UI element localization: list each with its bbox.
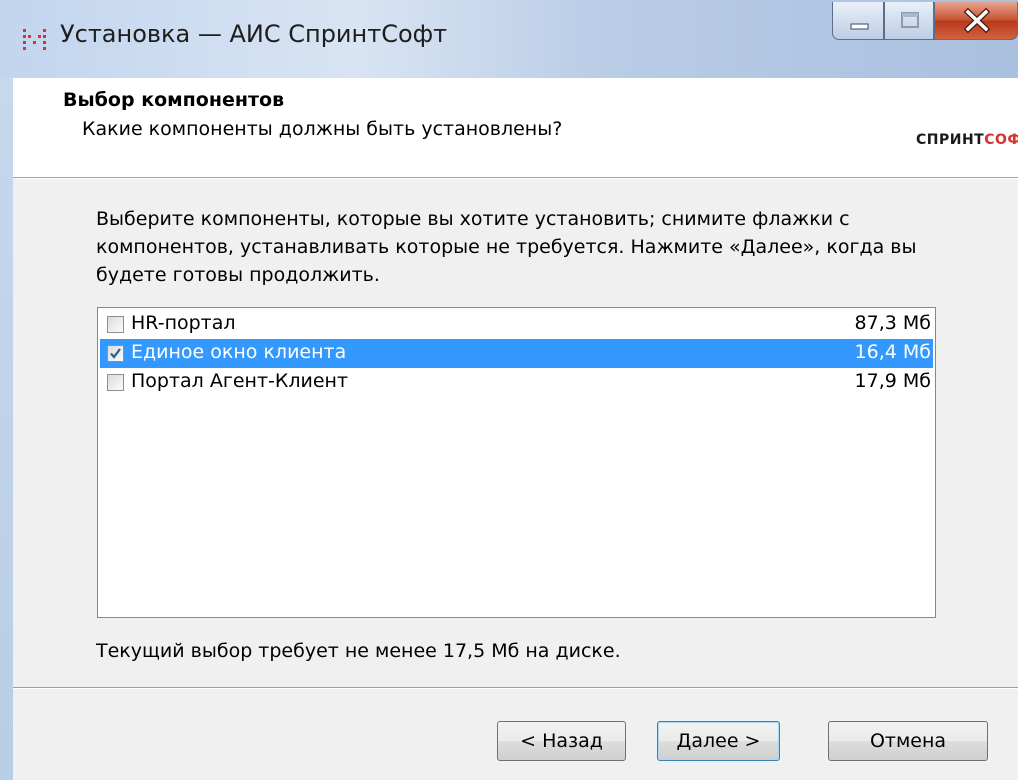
component-size: 87,3 Мб: [854, 312, 931, 334]
company-logo: СПРИНТСОФТ: [916, 132, 1018, 148]
cancel-button[interactable]: Отмена: [828, 721, 988, 761]
instructions-text: Выберите компоненты, которые вы хотите у…: [96, 208, 917, 286]
component-row-hr-portal[interactable]: HR-портал 87,3 Мб: [100, 310, 933, 339]
wizard-header: Выбор компонентов Какие компоненты должн…: [13, 78, 1018, 178]
component-checkbox[interactable]: [107, 345, 124, 362]
window-title: Установка — АИС СпринтСофт: [60, 20, 448, 48]
header-divider: [13, 178, 1018, 179]
minimize-button[interactable]: [832, 2, 884, 40]
installer-app-icon: [23, 29, 46, 50]
minimize-icon: [850, 23, 869, 30]
component-label: HR-портал: [131, 312, 236, 334]
page-title: Выбор компонентов: [63, 89, 285, 111]
checkmark-icon: [110, 348, 121, 359]
footer-divider-highlight: [13, 688, 1018, 689]
close-button[interactable]: [934, 2, 1018, 40]
installer-window: Установка — АИС СпринтСофт Выбор компоне…: [0, 0, 1018, 780]
close-icon: [963, 7, 991, 34]
component-size: 16,4 Мб: [854, 341, 931, 363]
component-label: Единое окно клиента: [131, 341, 347, 363]
back-button[interactable]: < Назад: [497, 721, 626, 761]
component-row-single-window[interactable]: Единое окно клиента 16,4 Мб: [100, 339, 933, 368]
page-subtitle: Какие компоненты должны быть установлены…: [82, 118, 563, 140]
components-list[interactable]: HR-портал 87,3 Мб Единое окно клиента 16…: [97, 307, 936, 618]
title-bar[interactable]: Установка — АИС СпринтСофт: [0, 0, 1018, 78]
logo-text-part1: СПРИНТ: [916, 132, 985, 148]
component-row-agent-portal[interactable]: Портал Агент-Клиент 17,9 Мб: [100, 368, 933, 397]
component-checkbox[interactable]: [107, 316, 124, 333]
maximize-button[interactable]: [884, 2, 934, 40]
maximize-icon: [901, 12, 919, 28]
logo-text-part2: СОФТ: [984, 132, 1018, 148]
component-checkbox[interactable]: [107, 374, 124, 391]
wizard-content: Выбор компонентов Какие компоненты должн…: [13, 78, 1018, 780]
component-size: 17,9 Мб: [854, 370, 931, 392]
next-button[interactable]: Далее >: [657, 721, 780, 761]
disk-space-info: Текущий выбор требует не менее 17,5 Мб н…: [96, 640, 621, 662]
component-label: Портал Агент-Клиент: [131, 370, 349, 392]
